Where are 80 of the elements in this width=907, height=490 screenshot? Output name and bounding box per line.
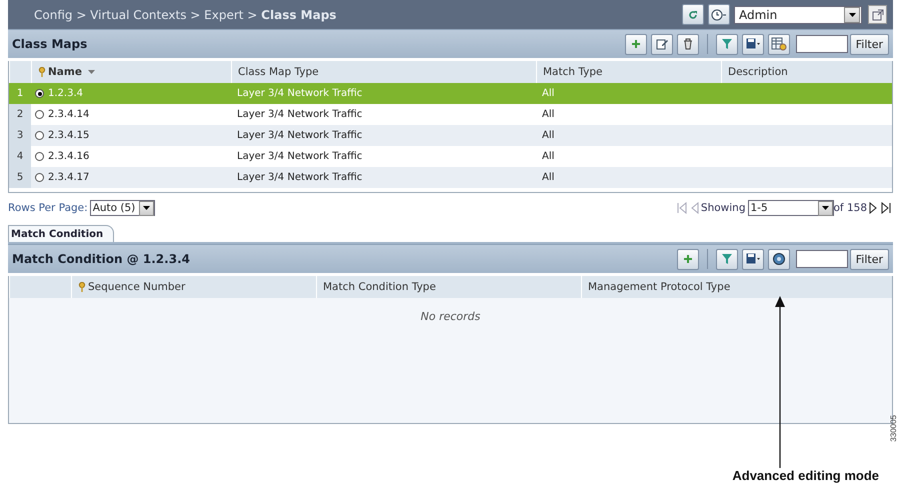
radio-button[interactable]: [35, 173, 44, 182]
disk-icon: [746, 253, 760, 265]
table-cell: 2.3.4.14: [48, 109, 90, 120]
last-page-icon[interactable]: [881, 202, 891, 214]
external-icon: [872, 8, 884, 20]
radio-button[interactable]: [35, 131, 44, 140]
table-cell-text: Layer 3/4 Network Traffic: [236, 109, 364, 120]
caret-icon: [143, 206, 150, 210]
key-icon: [38, 66, 46, 78]
column-header[interactable]: Match Condition Type: [316, 276, 581, 298]
radio-button[interactable]: [35, 89, 44, 98]
sort-caret-icon: [88, 70, 95, 74]
table-cell: 2.3.4.15: [48, 130, 90, 141]
table-cell: 2.3.4.17: [48, 172, 90, 183]
add-button[interactable]: [676, 248, 699, 270]
delete-button[interactable]: [676, 34, 699, 54]
row-number: 2: [9, 104, 31, 125]
filter-toggle-button[interactable]: [716, 34, 738, 54]
trash-icon: [682, 38, 694, 50]
edit-button[interactable]: [650, 34, 673, 54]
disk-icon: [746, 38, 760, 50]
panel-title: Match Condition @ 1.2.3.4: [12, 252, 191, 266]
filter-icon: [720, 253, 733, 265]
tab[interactable]: Match Condition: [8, 225, 114, 242]
radio-button[interactable]: [35, 152, 44, 161]
table-cell: 1.2.3.4: [48, 88, 83, 99]
key-icon: [78, 282, 86, 292]
filter-field[interactable]: [796, 250, 848, 268]
table-gear-icon: [770, 37, 787, 51]
page-total: of 158: [834, 202, 867, 214]
filter-button[interactable]: Filter: [850, 248, 889, 270]
refresh-button[interactable]: [682, 4, 704, 25]
table-cell-text: Layer 3/4 Network Traffic: [236, 172, 364, 183]
table-cell-text: Layer 3/4 Network Traffic: [236, 151, 364, 162]
context-select[interactable]: Admin: [734, 6, 862, 24]
row-number: 3: [9, 125, 31, 146]
next-page-icon[interactable]: [869, 202, 877, 214]
refresh-icon: [688, 10, 698, 20]
external-window-button[interactable]: [868, 5, 887, 24]
breadcrumb: Config > Virtual Contexts > Expert > Class Maps: [34, 8, 338, 22]
filter-icon: [720, 38, 733, 50]
filter-field[interactable]: [796, 35, 848, 53]
showing-label: Showing: [700, 202, 746, 214]
filter-toggle-button[interactable]: [716, 248, 738, 270]
add-button[interactable]: [624, 34, 647, 54]
caret-icon: [848, 12, 856, 16]
table-cell-text: All: [541, 88, 556, 99]
export-button[interactable]: [742, 248, 764, 270]
page-range-select[interactable]: 1-5: [748, 200, 834, 216]
select-value: 1-5: [750, 202, 768, 214]
filter-button[interactable]: Filter: [850, 34, 889, 54]
table-cell-text: Layer 3/4 Network Traffic: [236, 130, 364, 141]
table-cell-text: All: [541, 130, 556, 141]
table-settings-button[interactable]: [768, 34, 790, 54]
clock-dropdown-button[interactable]: [708, 4, 730, 25]
table-cell-text: All: [541, 109, 556, 120]
rows-per-page-label: Rows Per Page:: [8, 202, 88, 214]
gear-icon: [772, 252, 786, 266]
clock-icon: [711, 8, 727, 20]
export-button[interactable]: [742, 34, 764, 54]
table-cell: 2.3.4.16: [48, 151, 90, 162]
plus-icon: [630, 39, 641, 49]
figure-id: 330005: [889, 415, 898, 442]
table-cell-text: All: [541, 172, 556, 183]
caret-icon: [822, 206, 828, 210]
rows-per-page-select[interactable]: Auto (5): [90, 200, 156, 216]
column-header[interactable]: Sequence Number: [71, 276, 316, 298]
advanced-editing-button[interactable]: [768, 248, 790, 270]
panel-title: Class Maps: [12, 37, 88, 51]
plus-icon: [682, 254, 693, 264]
select-value: Admin: [739, 8, 778, 22]
callout-label: Advanced editing mode: [732, 468, 879, 483]
table-cell-text: All: [541, 151, 556, 162]
row-number: 5: [9, 167, 31, 188]
radio-button[interactable]: [35, 110, 44, 119]
table-cell-text: Layer 3/4 Network Traffic: [236, 88, 364, 99]
pencil-icon: [656, 38, 668, 50]
select-value: Auto (5): [92, 202, 136, 214]
row-number: 4: [9, 146, 31, 167]
empty-message: No records: [420, 310, 480, 323]
